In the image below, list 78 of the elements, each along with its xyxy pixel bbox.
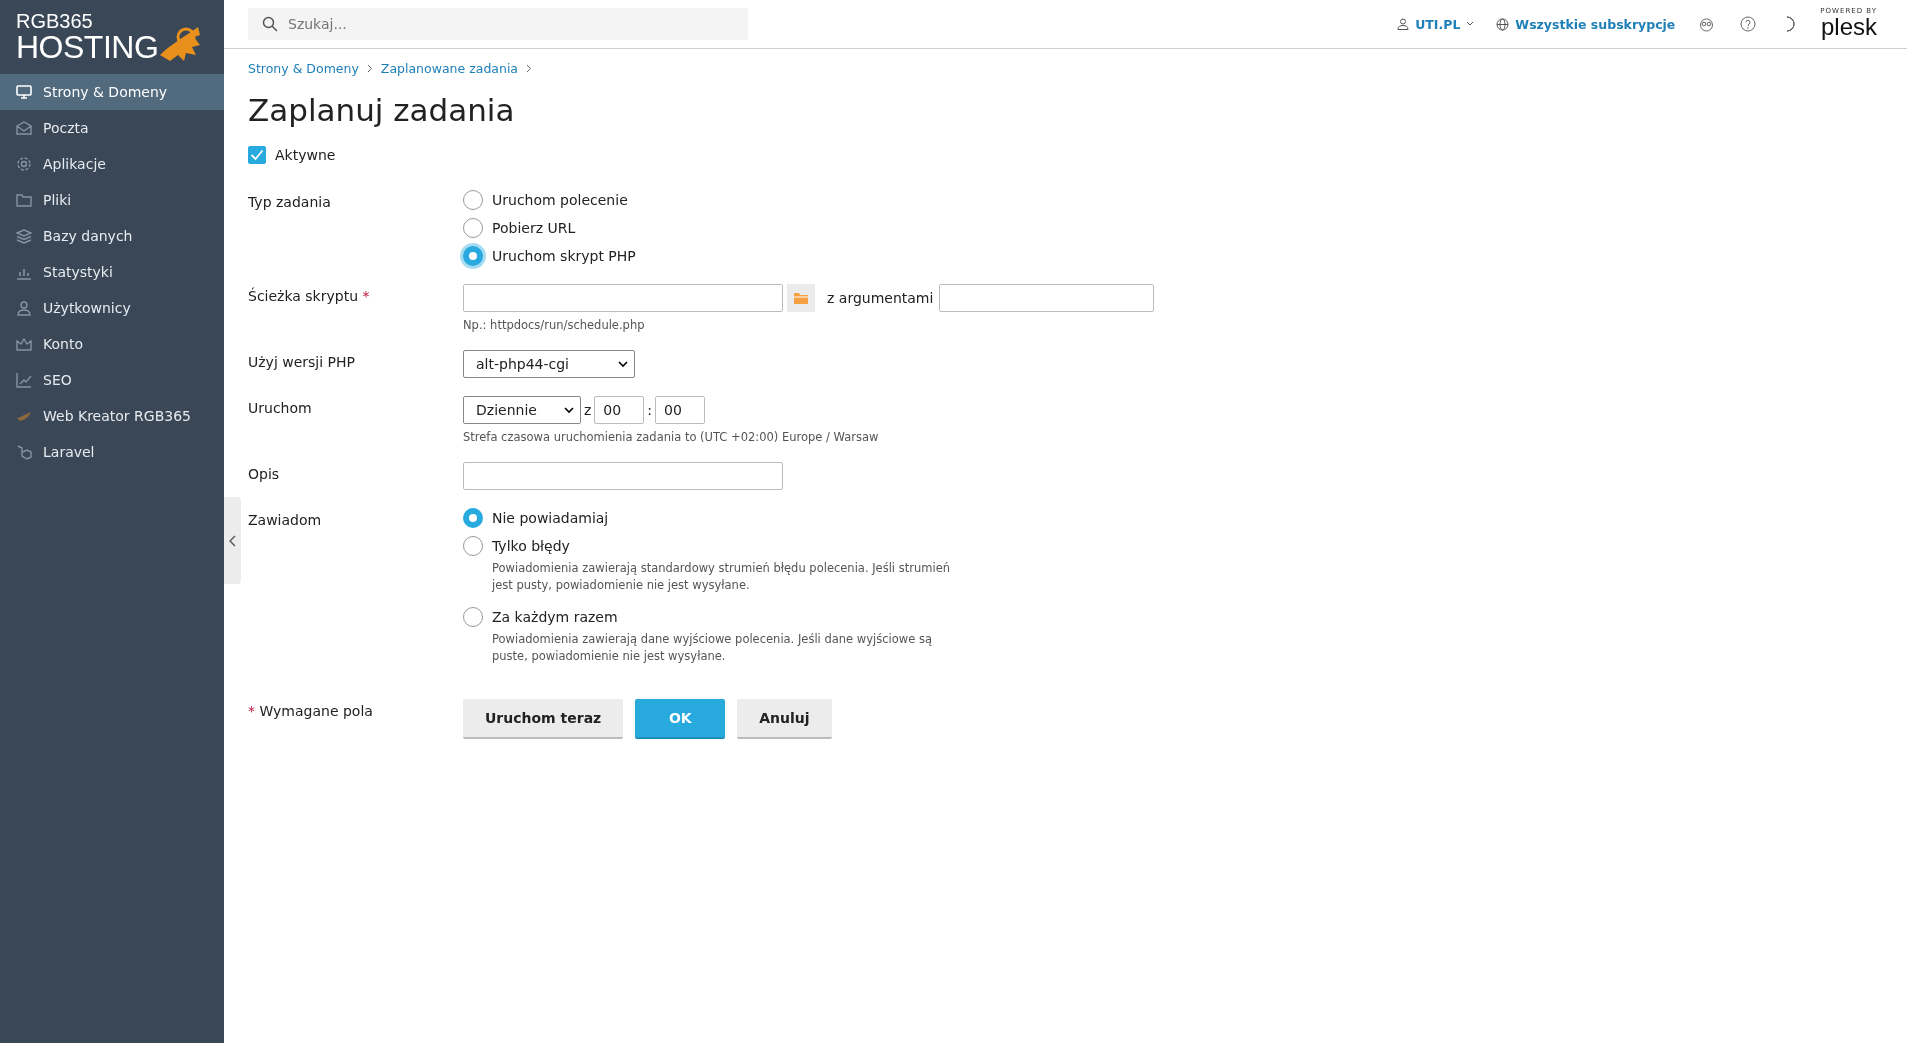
caret-icon	[1466, 21, 1475, 27]
time-separator: :	[647, 402, 653, 418]
script-path-field[interactable]	[463, 284, 783, 312]
required-note: * Wymagane pola	[248, 702, 373, 719]
radio-button[interactable]	[463, 607, 483, 628]
sidebar-item[interactable]: Laravel	[0, 434, 224, 470]
field-label: Typ zadania	[248, 194, 331, 210]
description-field[interactable]	[463, 462, 783, 490]
monitor-icon	[15, 83, 33, 101]
hint-text: Np.: httpdocs/run/schedule.php	[463, 318, 646, 332]
sidebar-item[interactable]: Poczta	[0, 110, 224, 146]
sidebar-item[interactable]: Aplikacje	[0, 146, 224, 182]
layers-icon	[15, 227, 33, 245]
collapse-button[interactable]	[224, 497, 241, 584]
radio-button[interactable]	[463, 246, 483, 266]
action-button[interactable]: Anuluj	[737, 698, 832, 739]
field-label: Ścieżka skryptu *	[248, 288, 370, 304]
caret-icon	[564, 406, 574, 414]
hint-text: Strefa czasowa uruchomienia zadania to (UTC +02:00) Europe / Warsaw	[463, 430, 879, 444]
hint-text: Powiadomienia zawierają dane wyjściowe polecenia. Jeśli dane wyjściowe są puste, powiadomienie nie jest wysyłane.	[492, 631, 933, 665]
radio-label: Pobierz URL	[492, 220, 576, 236]
field-label: Użyj wersji PHP	[248, 354, 355, 370]
breadcrumb-link[interactable]: Zaplanowane zadania	[380, 61, 519, 76]
at-label: z	[584, 402, 592, 418]
subscriptions-link[interactable]: Wszystkie subskrypcje	[1496, 16, 1676, 32]
sidebar-item[interactable]: SEO	[0, 362, 224, 398]
minute-field[interactable]: 00	[655, 396, 706, 424]
radio-label: Uruchom skrypt PHP	[492, 248, 636, 264]
trend-chart-icon	[15, 371, 33, 389]
search-field[interactable]: Szukaj...	[248, 8, 748, 40]
field-label: Opis	[248, 466, 280, 482]
hint-text: Powiadomienia zawierają standardowy strumień błędu polecenia. Jeśli strumień jest pusty, powiadomienie nie jest wysyłane.	[492, 560, 951, 594]
sidebar-item[interactable]: Web Kreator RGB365	[0, 398, 224, 434]
sidebar-item[interactable]: Statystyki	[0, 254, 224, 290]
logo-text: RGB365	[16, 11, 94, 31]
php-version-dropdown[interactable]: alt-php44-cgi	[463, 350, 635, 378]
radio-button[interactable]	[463, 218, 483, 238]
folder-icon	[15, 191, 33, 209]
page-title: Zaplanuj zadania	[248, 92, 516, 128]
arguments-field[interactable]	[939, 284, 1155, 312]
logo-text: HOSTING	[16, 31, 159, 63]
radio-button[interactable]	[463, 536, 483, 556]
chevron-icon	[526, 64, 533, 73]
radio-label: Nie powiadamiaj	[492, 510, 609, 526]
field-label: Zawiadom	[248, 512, 322, 528]
radio-button[interactable]	[463, 508, 483, 528]
radio-label: Tylko błędy	[492, 538, 570, 554]
sidebar-item[interactable]: Bazy danych	[0, 218, 224, 254]
chevron-icon	[366, 64, 373, 73]
sidebar-item[interactable]: Konto	[0, 326, 224, 362]
frequency-dropdown[interactable]: Dziennie	[463, 396, 581, 424]
checkbox-label: Aktywne	[275, 147, 336, 163]
account-menu[interactable]: UTI.PL	[1397, 16, 1475, 32]
user-icon	[1397, 18, 1410, 30]
search-icon	[262, 16, 278, 32]
breadcrumb-link[interactable]: Strony & Domeny	[248, 61, 359, 76]
sidebar-item[interactable]: Strony & Domeny	[0, 74, 224, 110]
envelope-icon	[15, 119, 33, 137]
chevron-left-icon	[228, 534, 237, 547]
crown-icon	[15, 335, 33, 353]
sidebar-item[interactable]: Pliki	[0, 182, 224, 218]
radio-button[interactable]	[463, 190, 483, 210]
field-label: Uruchom	[248, 400, 312, 416]
radio-label: Za każdym razem	[492, 609, 618, 626]
user-icon	[15, 299, 33, 317]
radio-label: Uruchom polecenie	[492, 192, 628, 208]
sidebar-item[interactable]: Użytkownicy	[0, 290, 224, 326]
folder-icon	[793, 291, 809, 305]
gear-icon	[15, 155, 33, 173]
checkbox[interactable]	[248, 146, 266, 164]
browse-button[interactable]	[787, 284, 815, 312]
help-icon[interactable]	[1738, 14, 1759, 34]
hour-field[interactable]: 00	[594, 396, 645, 424]
action-button[interactable]: Uruchom teraz	[463, 698, 624, 739]
globe-icon	[1496, 17, 1510, 31]
caret-icon	[618, 360, 628, 368]
plesk-logo: plesk	[1820, 14, 1877, 41]
field-label: z argumentami	[827, 290, 934, 306]
